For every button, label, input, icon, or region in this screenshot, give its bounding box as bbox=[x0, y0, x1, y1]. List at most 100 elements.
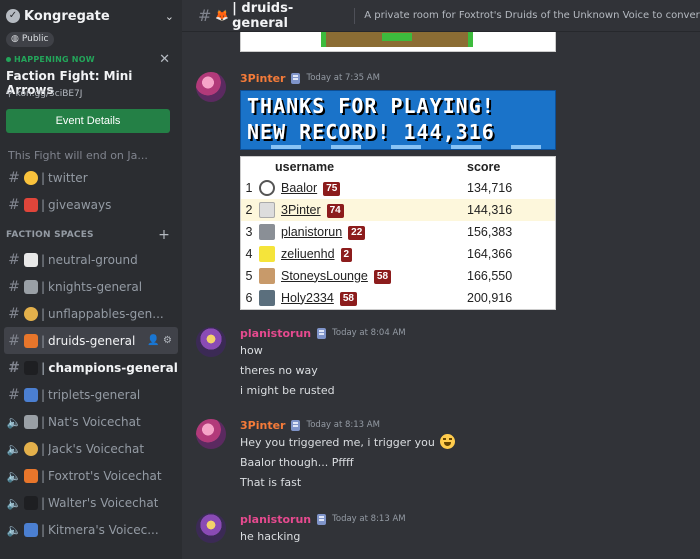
separator: | bbox=[41, 306, 46, 321]
server-tag-icon bbox=[291, 72, 301, 84]
author-name[interactable]: 3Pinter bbox=[240, 419, 285, 432]
hash-lock-icon: # bbox=[198, 6, 212, 25]
leaderboard-username[interactable]: Baalor 75 bbox=[275, 177, 463, 199]
user-avatar-icon bbox=[259, 290, 275, 306]
channel-label: triplets-general bbox=[48, 387, 141, 402]
avatar[interactable] bbox=[196, 327, 226, 357]
channel-item-giveaways[interactable]: # | giveaways bbox=[0, 191, 182, 218]
hash-lock-icon: # bbox=[8, 278, 20, 295]
channel-topic[interactable]: A private room for Foxtrot's Druids of t… bbox=[364, 10, 700, 21]
channel-item-nats-voicechat[interactable]: 🔈 | Nat's Voicechat bbox=[0, 408, 182, 435]
channel-item-twitter[interactable]: # | twitter bbox=[0, 164, 182, 191]
message-list: 3Pinter Today at 7:35 AM THANKS FOR PLAY… bbox=[182, 26, 700, 559]
hash-lock-icon: # bbox=[8, 359, 20, 376]
add-channel-icon[interactable]: + bbox=[158, 227, 170, 243]
close-icon[interactable]: ✕ bbox=[159, 52, 170, 67]
score: 134,716 bbox=[467, 181, 513, 195]
castle-emoji-icon bbox=[24, 414, 38, 429]
table-row-highlighted: 2 3Pinter 74 144,316 bbox=[241, 199, 555, 221]
channel-item-kitmeras-voicechat[interactable]: 🔈 | Kitmera's Voicec... bbox=[0, 516, 182, 543]
banner-line-2: NEW RECORD! 144,316 bbox=[247, 120, 495, 144]
event-link-label: kon.gg/3ciBE7J bbox=[15, 89, 83, 99]
channel-label: Foxtrot's Voicechat bbox=[48, 468, 162, 483]
server-tag-icon bbox=[317, 327, 327, 339]
leaderboard-image[interactable]: username score 1 Baalor 75 134,716 2 3Pi… bbox=[240, 156, 556, 310]
channel-item-foxtrots-voicechat[interactable]: 🔈 | Foxtrot's Voicechat bbox=[0, 462, 182, 489]
author-name[interactable]: 3Pinter bbox=[240, 72, 285, 85]
channel-sidebar: ✓ Kongregate ⌄ ◍ Public HAPPENING NOW ✕ … bbox=[0, 0, 182, 559]
speaker-lock-icon: 🔈 bbox=[6, 414, 22, 429]
invite-icon[interactable]: 👤 bbox=[147, 335, 159, 346]
chevron-down-icon[interactable]: ⌄ bbox=[165, 10, 174, 23]
avatar[interactable] bbox=[196, 72, 226, 102]
message-text-with-emoji: Hey you triggered me, i trigger you bbox=[240, 433, 692, 453]
speaker-lock-icon: 🔈 bbox=[6, 495, 22, 510]
category-label: FACTION SPACES bbox=[6, 230, 94, 240]
game-over-banner-image[interactable]: THANKS FOR PLAYING! NEW RECORD! 144,316 bbox=[240, 90, 556, 150]
event-card: HAPPENING NOW ✕ Faction Fight: Mini Arro… bbox=[0, 48, 182, 148]
channel-item-partial[interactable]: This Fight will end on Ja... bbox=[0, 146, 182, 164]
sword-emoji-icon bbox=[24, 495, 38, 510]
timestamp: Today at 8:13 AM bbox=[306, 420, 380, 430]
message-text: Hey you triggered me, i trigger you bbox=[240, 436, 435, 449]
leaderboard-username[interactable]: zeliuenhd 2 bbox=[275, 243, 463, 265]
castle-emoji-icon bbox=[24, 279, 38, 294]
channel-actions: 👤 ⚙ bbox=[147, 335, 172, 346]
level-badge: 2 bbox=[340, 247, 353, 262]
event-link[interactable]: ⚲ kon.gg/3ciBE7J bbox=[6, 88, 176, 100]
score: 144,316 bbox=[463, 199, 555, 221]
channel-item-neutral-ground[interactable]: # | neutral-ground bbox=[0, 246, 182, 273]
category-faction-spaces[interactable]: FACTION SPACES + bbox=[0, 218, 182, 246]
leaderboard-username[interactable]: StoneysLounge 58 bbox=[275, 265, 463, 287]
channel-item-unflappables-general[interactable]: # | unflappables-gen... bbox=[0, 300, 182, 327]
gear-icon[interactable]: ⚙ bbox=[163, 335, 172, 346]
rank: 6 bbox=[245, 291, 253, 305]
channel-label: champions-general bbox=[48, 360, 178, 375]
channel-list: This Fight will end on Ja... # | twitter… bbox=[0, 146, 182, 543]
leaderboard-username[interactable]: 3Pinter 74 bbox=[275, 199, 463, 221]
joy-emoji-icon bbox=[440, 434, 456, 449]
level-badge: 58 bbox=[339, 291, 357, 306]
avatar[interactable] bbox=[196, 419, 226, 449]
username-text: StoneysLounge bbox=[281, 268, 368, 283]
rank: 3 bbox=[245, 225, 253, 239]
channel-item-jacks-voicechat[interactable]: 🔈 | Jack's Voicechat bbox=[0, 435, 182, 462]
channel-item-walters-voicechat[interactable]: 🔈 | Walter's Voicechat bbox=[0, 489, 182, 516]
rank: 1 bbox=[245, 181, 253, 195]
avatar[interactable] bbox=[196, 513, 226, 543]
location-pin-icon: ⚲ bbox=[6, 89, 13, 99]
author-name[interactable]: planistorun bbox=[240, 513, 311, 526]
event-title: Faction Fight: Mini Arrows bbox=[6, 69, 133, 97]
separator: | bbox=[41, 414, 46, 429]
speaker-lock-icon: 🔈 bbox=[6, 441, 22, 456]
hash-lock-icon: # bbox=[8, 332, 20, 349]
server-header[interactable]: ✓ Kongregate ⌄ ◍ Public bbox=[0, 0, 182, 48]
channel-item-druids-general[interactable]: # | druids-general 👤 ⚙ bbox=[4, 327, 178, 354]
channel-label: Kitmera's Voicec... bbox=[48, 522, 159, 537]
leaderboard-username[interactable]: Holy2334 58 bbox=[275, 287, 463, 309]
channel-item-knights-general[interactable]: # | knights-general bbox=[0, 273, 182, 300]
user-avatar-icon bbox=[259, 180, 275, 196]
fox-emoji-icon: 🦊 bbox=[215, 9, 230, 22]
gift-emoji-icon bbox=[24, 197, 38, 212]
table-row: 1 Baalor 75 134,716 bbox=[241, 177, 555, 199]
event-details-button[interactable]: Event Details bbox=[6, 109, 170, 133]
channel-label: giveaways bbox=[48, 197, 112, 212]
author-name[interactable]: planistorun bbox=[240, 327, 311, 340]
level-badge: 75 bbox=[323, 181, 341, 196]
flag-emoji-icon bbox=[24, 252, 38, 267]
message-3pinter-1: 3Pinter Today at 7:35 AM THANKS FOR PLAY… bbox=[196, 70, 692, 310]
column-header-score: score bbox=[467, 160, 501, 174]
username-text: zeliuenhd bbox=[281, 246, 335, 261]
table-row: 5 StoneysLounge 58 166,550 bbox=[241, 265, 555, 287]
timestamp: Today at 8:13 AM bbox=[332, 514, 406, 524]
message-3pinter-2: 3Pinter Today at 8:13 AM Hey you trigger… bbox=[196, 417, 692, 493]
channel-label: twitter bbox=[48, 170, 88, 185]
public-label: Public bbox=[21, 34, 49, 44]
message-text: he hacking bbox=[240, 530, 301, 543]
channel-item-champions-general[interactable]: # | champions-general bbox=[0, 354, 182, 381]
channel-item-triplets-general[interactable]: # | triplets-general bbox=[0, 381, 182, 408]
leaderboard-username[interactable]: planistorun 22 bbox=[275, 221, 463, 243]
message-planistorun-1: planistorun Today at 8:04 AM how theres … bbox=[196, 325, 692, 401]
rank: 2 bbox=[241, 199, 257, 221]
